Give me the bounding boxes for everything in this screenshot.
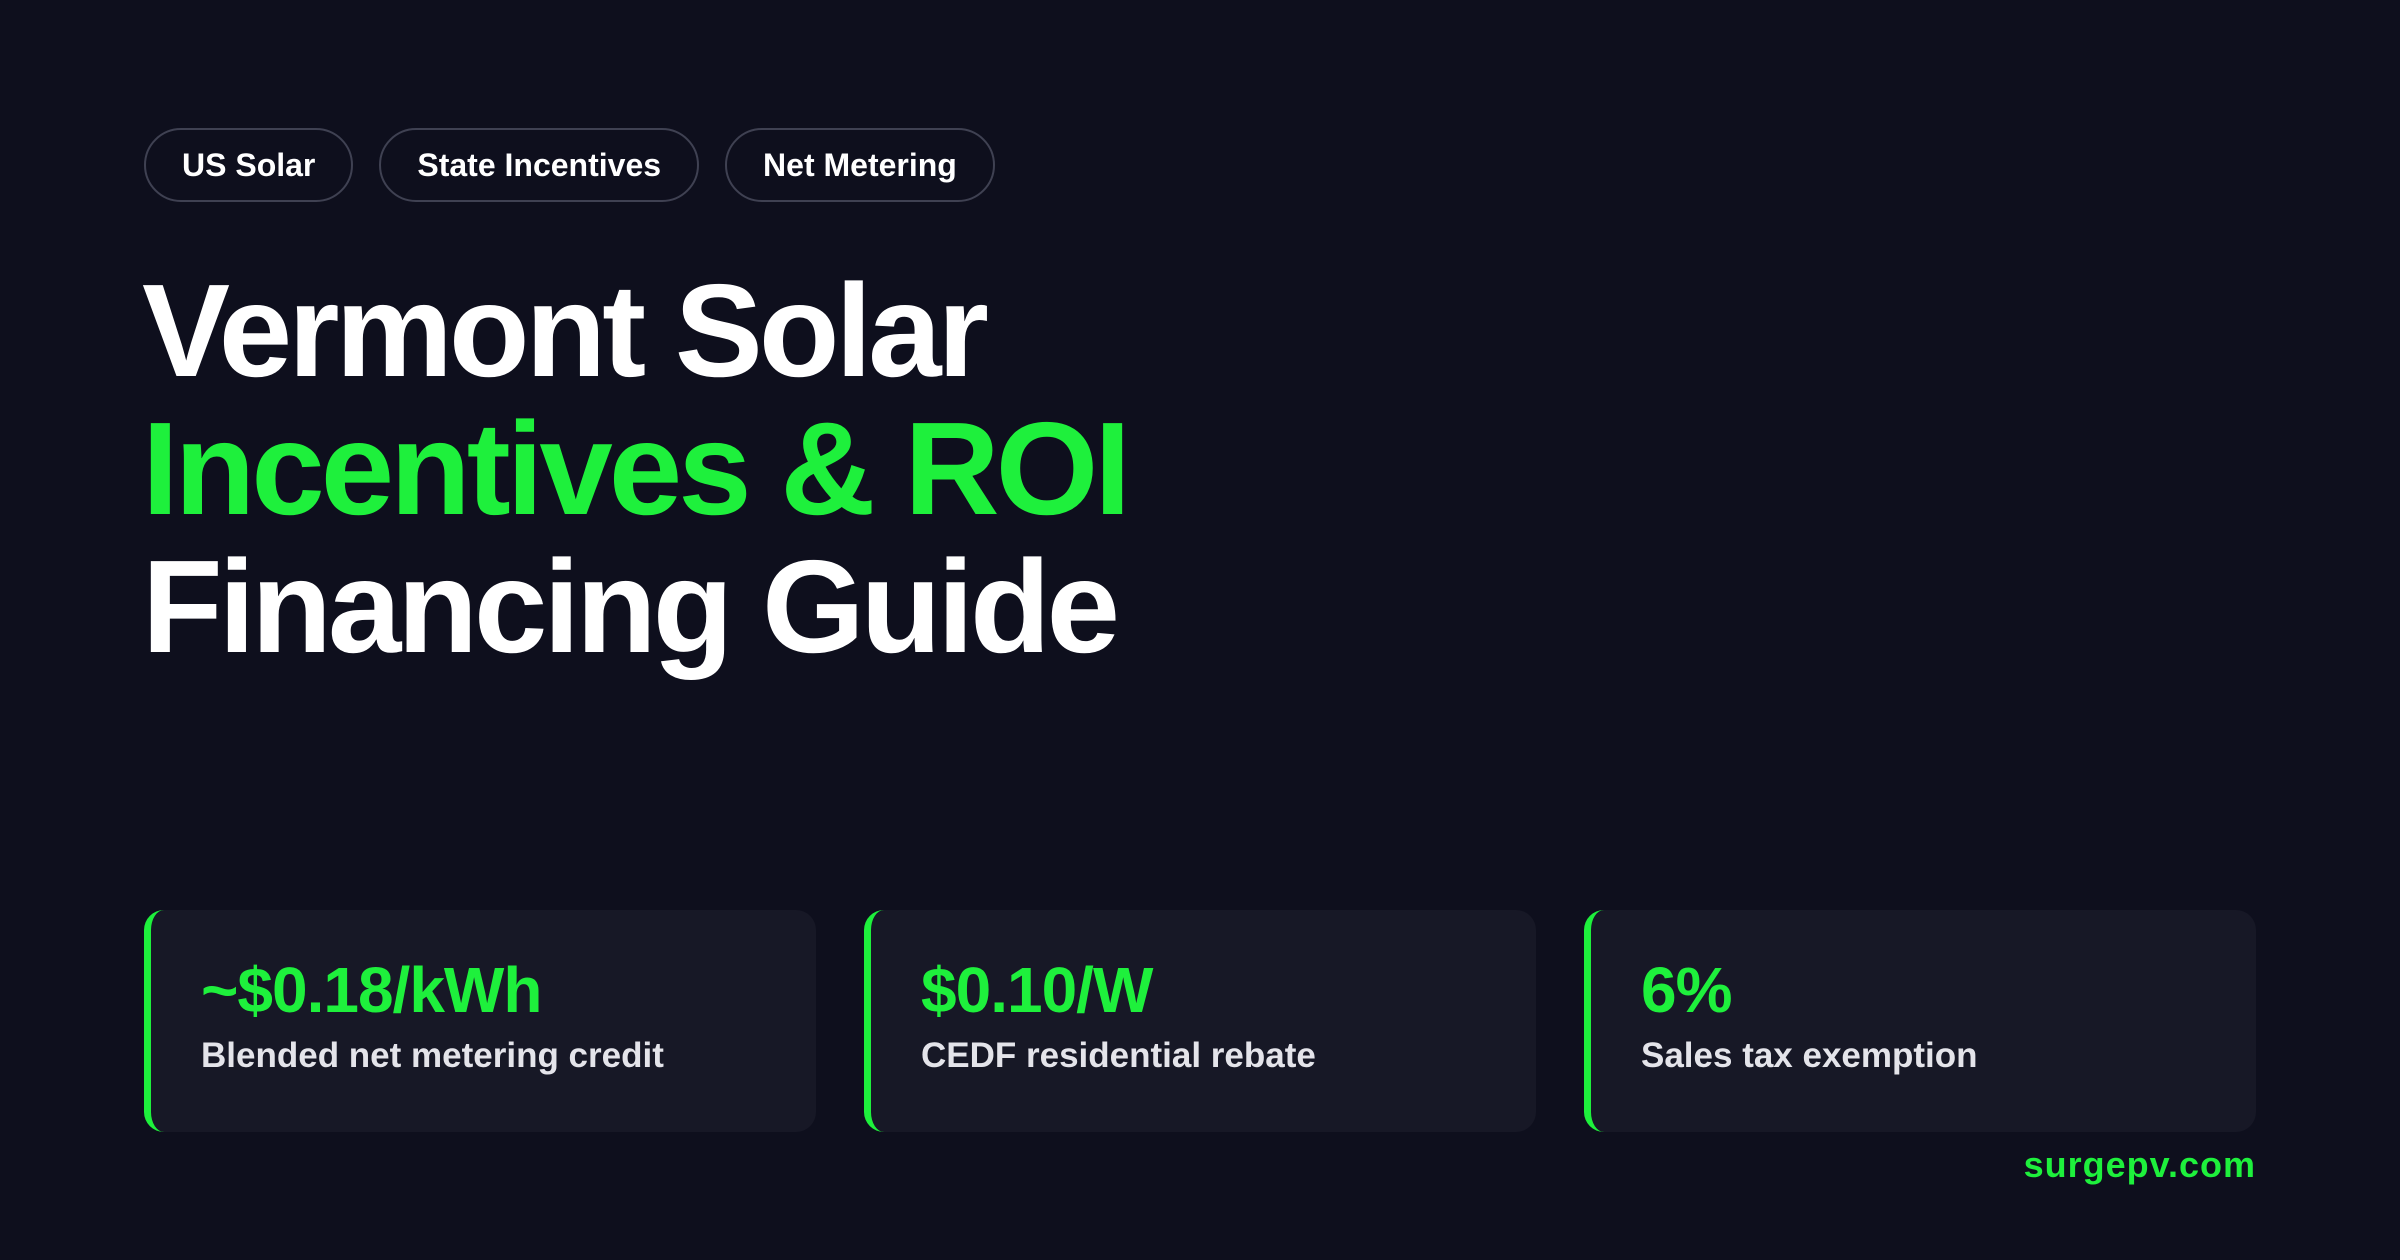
title-line-1: Vermont Solar [142,257,989,404]
stat-value: 6% [1641,954,1733,1026]
stat-card-rebate: $0.10/W CEDF residential rebate [864,910,1536,1132]
stat-value: ~$0.18/kWh [201,954,542,1026]
site-link[interactable]: surgepv.com [2024,1144,2256,1186]
stat-label: CEDF residential rebate [921,1036,1316,1075]
stats-row: ~$0.18/kWh Blended net metering credit $… [144,910,2256,1132]
tag-state-incentives[interactable]: State Incentives [379,128,700,202]
stat-card-sales-tax: 6% Sales tax exemption [1584,910,2256,1132]
title-line-2-highlight: Incentives & ROI [142,395,1131,542]
stat-value: $0.10/W [921,954,1153,1026]
stat-label: Sales tax exemption [1641,1036,1978,1075]
page-title: Vermont Solar Incentives & ROI Financing… [142,257,1131,680]
tag-net-metering[interactable]: Net Metering [725,128,995,202]
stat-label: Blended net metering credit [201,1036,664,1075]
stat-card-net-metering: ~$0.18/kWh Blended net metering credit [144,910,816,1132]
title-line-3: Financing Guide [142,533,1120,680]
tag-us-solar[interactable]: US Solar [144,128,354,202]
tag-list: US Solar State Incentives Net Metering [144,128,995,202]
